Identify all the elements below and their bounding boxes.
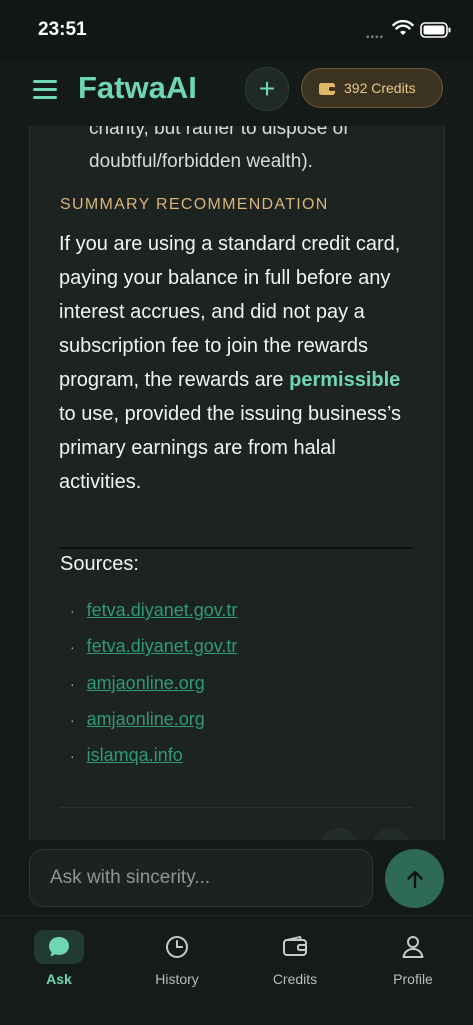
source-item: · fetva.diyanet.gov.tr	[70, 600, 238, 620]
battery-icon	[420, 22, 451, 38]
tab-label: Credits	[272, 971, 318, 987]
tab-credits[interactable]: Credits	[250, 930, 340, 990]
source-item: · fetva.diyanet.gov.tr	[70, 636, 238, 656]
app-title: FatwaAI	[78, 70, 197, 105]
source-link[interactable]: islamqa.info	[87, 745, 183, 765]
person-icon	[402, 936, 424, 958]
send-button[interactable]	[385, 849, 444, 908]
summary-text: If you are using a standard credit card,…	[59, 227, 407, 499]
tab-ask[interactable]: Ask	[14, 930, 104, 990]
summary-text-before: If you are using a standard credit card,…	[59, 233, 401, 391]
arrow-up-icon	[406, 870, 423, 888]
source-item: · amjaonline.org	[70, 709, 205, 729]
chat-bubble-icon	[49, 937, 69, 957]
wallet-icon	[319, 82, 335, 95]
new-chat-button[interactable]: +	[245, 67, 289, 111]
source-link[interactable]: amjaonline.org	[87, 673, 205, 693]
sources-divider	[59, 547, 413, 549]
tab-history[interactable]: History	[132, 930, 222, 990]
answer-prev-text: charity, but rather to dispose of doubtf…	[89, 126, 349, 172]
wallet-icon	[283, 935, 307, 956]
ask-input[interactable]	[29, 849, 373, 907]
menu-icon[interactable]	[33, 80, 57, 100]
sources-label: Sources:	[60, 553, 139, 575]
tab-label: Profile	[393, 971, 433, 987]
source-link[interactable]: amjaonline.org	[87, 709, 205, 729]
source-item: · amjaonline.org	[70, 673, 205, 693]
chat-scroll-area[interactable]: charity, but rather to dispose of doubtf…	[0, 126, 473, 840]
wifi-icon	[392, 20, 414, 35]
source-link[interactable]: fetva.diyanet.gov.tr	[87, 636, 238, 656]
credits-label: 392 Credits	[344, 80, 416, 96]
tab-profile[interactable]: Profile	[368, 930, 458, 990]
clock-icon	[166, 936, 188, 958]
source-link[interactable]: fetva.diyanet.gov.tr	[87, 600, 238, 620]
tab-label: History	[155, 971, 199, 987]
summary-highlight: permissible	[289, 369, 401, 391]
plus-icon: +	[258, 73, 276, 104]
status-time: 23:51	[38, 19, 87, 40]
source-item: · islamqa.info	[70, 745, 183, 765]
signal-icon: ▪▪▪▪	[366, 32, 385, 43]
actions-divider	[59, 807, 413, 808]
tab-label: Ask	[46, 971, 72, 987]
credits-button[interactable]: 392 Credits	[301, 68, 443, 108]
summary-text-after: to use, provided the issuing business’s …	[59, 403, 402, 493]
summary-heading: SUMMARY RECOMMENDATION	[60, 196, 329, 213]
